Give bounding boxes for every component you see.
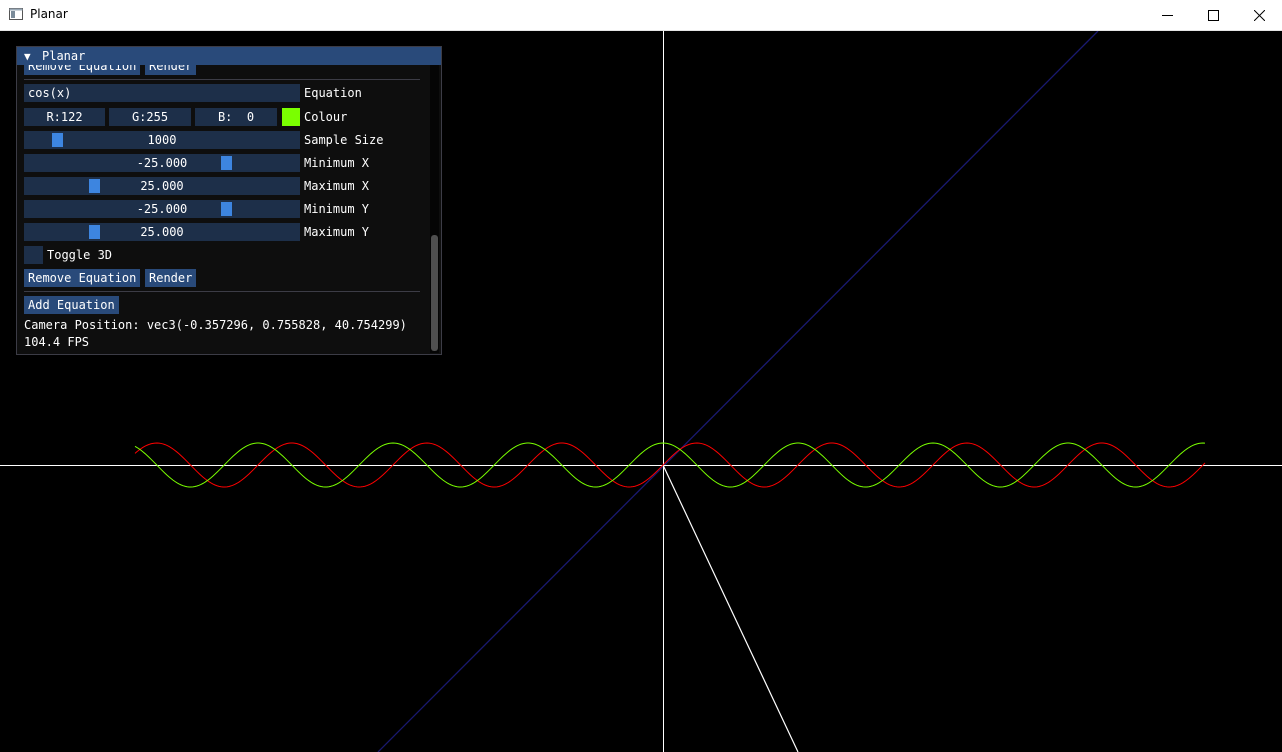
minimize-icon [1161, 15, 1173, 16]
minimize-button[interactable] [1144, 0, 1190, 31]
separator [24, 79, 420, 80]
remove-equation-button[interactable]: Remove Equation [24, 269, 141, 287]
axis-line-diagonal [662, 464, 799, 752]
slider-grab[interactable] [221, 202, 232, 216]
sample-size-label: Sample Size [304, 133, 384, 147]
slider-grab[interactable] [221, 156, 232, 170]
equation-label: Equation [304, 86, 362, 100]
maximum-x-label: Maximum X [304, 179, 370, 193]
maximum-y-slider[interactable]: 25.000 [24, 223, 300, 241]
minimum-y-slider[interactable]: -25.000 [24, 200, 300, 218]
camera-position-text: Camera Position: vec3(-0.357296, 0.75582… [24, 318, 407, 332]
equation-input[interactable]: cos(x) [24, 84, 300, 102]
minimum-x-slider[interactable]: -25.000 [24, 154, 300, 172]
maximize-button[interactable] [1190, 0, 1236, 31]
add-equation-button[interactable]: Add Equation [24, 296, 119, 314]
colour-swatch[interactable] [282, 108, 300, 126]
close-button[interactable] [1236, 0, 1282, 31]
minimum-y-value: -25.000 [136, 202, 188, 216]
collapse-arrow-icon[interactable]: ▼ [24, 50, 31, 63]
sample-size-slider[interactable]: 1000 [24, 131, 300, 149]
slider-grab[interactable] [89, 179, 100, 193]
maximum-y-label: Maximum Y [304, 225, 370, 239]
maximum-x-value: 25.000 [140, 179, 184, 193]
colour-r-field[interactable]: R:122 [24, 108, 105, 126]
colour-g-field[interactable]: G:255 [109, 108, 191, 126]
window-title: Planar [30, 7, 68, 21]
slider-grab[interactable] [52, 133, 63, 147]
title-bar[interactable]: Planar [0, 0, 1282, 31]
minimum-x-label: Minimum X [304, 156, 370, 170]
sample-size-value: 1000 [147, 133, 177, 147]
close-icon [1253, 10, 1265, 21]
maximize-icon [1207, 10, 1219, 21]
scrollbar-thumb[interactable] [431, 235, 438, 351]
colour-label: Colour [304, 110, 348, 124]
toggle-3d-checkbox[interactable] [24, 246, 43, 264]
panel-title: Planar [42, 49, 86, 63]
maximum-x-slider[interactable]: 25.000 [24, 177, 300, 195]
app-window-icon [9, 8, 23, 20]
colour-b-field[interactable]: B: 0 [195, 108, 277, 126]
maximum-y-value: 25.000 [140, 225, 184, 239]
slider-grab[interactable] [89, 225, 100, 239]
minimum-x-value: -25.000 [136, 156, 188, 170]
panel-title-bar[interactable]: ▼ Planar [17, 47, 441, 65]
minimum-y-label: Minimum Y [304, 202, 370, 216]
separator [24, 291, 420, 292]
toggle-3d-label: Toggle 3D [47, 248, 113, 262]
planar-panel[interactable]: Remove Equation Render ▼ Planar cos(x) E… [16, 46, 442, 355]
fps-text: 104.4 FPS [24, 335, 90, 349]
z-axis-line [377, 31, 1099, 752]
render-button[interactable]: Render [145, 269, 197, 287]
